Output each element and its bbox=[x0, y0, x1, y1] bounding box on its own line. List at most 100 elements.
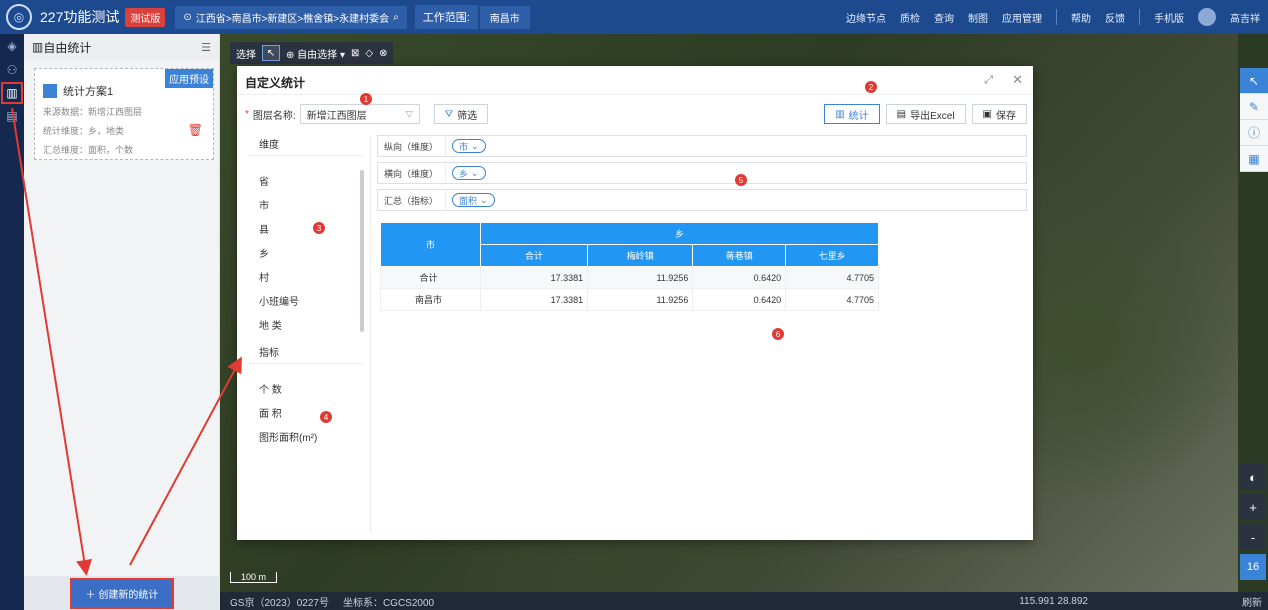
metric-item-count[interactable]: 个 数 bbox=[259, 376, 370, 400]
metric-chip[interactable]: 面积 ⌄ bbox=[452, 193, 495, 207]
export-excel-button[interactable]: ▤ 导出Excel bbox=[885, 104, 966, 124]
table-row: 合计 17.3381 11.9256 0.6420 4.7705 bbox=[380, 266, 879, 289]
table-cell: 17.3381 bbox=[479, 266, 589, 289]
layers-icon[interactable]: ◈ bbox=[0, 34, 24, 58]
layer-label: 图层名称: bbox=[252, 110, 296, 122]
create-statistics-button[interactable]: ＋ 创建新的统计 bbox=[69, 577, 175, 609]
pointer-icon[interactable]: ↖ bbox=[262, 45, 280, 61]
column-header: 七里乡 bbox=[785, 244, 879, 267]
map-toolbar: 选择 ↖ ⊕ 自由选择 ▾ ⊠ ◇ ⊗ bbox=[230, 42, 394, 64]
select-label: 选择 bbox=[236, 49, 256, 61]
dim-item-township[interactable]: 乡 bbox=[259, 240, 370, 264]
location-pin-icon: ⊙ bbox=[183, 11, 192, 23]
app-title: 227功能测试 bbox=[40, 9, 120, 25]
dim-item-city[interactable]: 市 bbox=[259, 192, 370, 216]
delete-icon[interactable]: 🗑 bbox=[188, 123, 203, 137]
metric-item-shape-area[interactable]: 图形面积(m²) bbox=[259, 424, 370, 448]
cursor-icon[interactable]: ↖ bbox=[1240, 68, 1268, 94]
collapse-icon[interactable]: ☰ bbox=[201, 41, 211, 54]
marker-6: 6 bbox=[772, 328, 784, 340]
metric-item-area[interactable]: 面 积 bbox=[259, 400, 370, 424]
dim-item-village[interactable]: 村 bbox=[259, 264, 370, 288]
marker-5: 5 bbox=[735, 174, 747, 186]
users-icon[interactable]: ⚇ bbox=[0, 58, 24, 82]
user-name[interactable]: 高吉祥 bbox=[1230, 10, 1260, 25]
chevron-down-icon: ⌄ bbox=[471, 140, 479, 151]
table-cell: 4.7705 bbox=[785, 288, 879, 311]
dim-header: 维度 bbox=[259, 140, 279, 151]
info-icon[interactable]: ⓘ bbox=[1240, 120, 1268, 146]
location-breadcrumb[interactable]: ⊙ 江西省>南昌市>新建区>樵舍镇>永建村委会 ⌕ bbox=[175, 5, 407, 29]
table-cell: 11.9256 bbox=[587, 288, 694, 311]
horizontal-dimension-row[interactable]: 横向（维度） 乡 ⌄ bbox=[377, 162, 1027, 184]
zoom-in-button[interactable]: + bbox=[1240, 494, 1266, 520]
table-cell: 11.9256 bbox=[587, 266, 694, 289]
menu-app-management[interactable]: 应用管理 bbox=[1002, 10, 1042, 25]
menu-quality-check[interactable]: 质检 bbox=[900, 10, 920, 25]
scrollbar[interactable] bbox=[360, 170, 364, 332]
layer-select[interactable]: 新增江西图层 ▽ bbox=[299, 104, 420, 124]
dimension-chip[interactable]: 市 ⌄ bbox=[452, 139, 486, 153]
license-text: GS京（2023）0227号 bbox=[230, 597, 329, 609]
group-header: 乡 bbox=[480, 222, 879, 245]
table-cell: 0.6420 bbox=[692, 266, 787, 289]
zoom-level: 16 bbox=[1240, 554, 1266, 580]
menu-query[interactable]: 查询 bbox=[934, 10, 954, 25]
menu-edge-node[interactable]: 边缘节点 bbox=[846, 10, 886, 25]
save-label: 保存 bbox=[996, 110, 1016, 122]
refresh-button[interactable]: 刷新 bbox=[1242, 594, 1262, 609]
free-select-dropdown[interactable]: ⊕ 自由选择 ▾ bbox=[286, 46, 345, 61]
chevron-down-icon: ⌄ bbox=[471, 167, 479, 178]
expand-icon[interactable]: ⤢ bbox=[984, 74, 993, 87]
avatar[interactable] bbox=[1198, 8, 1216, 26]
plan-card[interactable]: 应用预设 统计方案1 来源数据：新增江西图层 统计维度：乡，地类 汇总维度：面积… bbox=[34, 68, 214, 160]
filter-icon: ⛛ bbox=[444, 108, 454, 120]
dim-item-landtype[interactable]: 地 类 bbox=[259, 312, 370, 336]
edit-icon[interactable]: ✎ bbox=[1240, 94, 1268, 120]
dim-item-province[interactable]: 省 bbox=[259, 168, 370, 192]
menu-mobile[interactable]: 手机版 bbox=[1154, 10, 1184, 25]
box-select-icon[interactable]: ⊠ bbox=[351, 48, 359, 59]
top-menu: 边缘节点 质检 查询 制图 应用管理 帮助 反馈 手机版 高吉祥 bbox=[846, 0, 1260, 34]
table-row: 南昌市 17.3381 11.9256 0.6420 4.7705 bbox=[380, 288, 879, 311]
close-icon[interactable]: ✕ bbox=[1012, 72, 1023, 88]
filter-label: 筛选 bbox=[457, 110, 478, 122]
statistics-icon[interactable]: ▥ bbox=[1, 82, 23, 104]
row-label: 纵向（维度） bbox=[378, 136, 446, 156]
save-button[interactable]: ▣ 保存 bbox=[971, 104, 1027, 124]
compass-icon[interactable]: ◐ bbox=[1240, 464, 1266, 490]
grid-icon[interactable]: ▦ bbox=[1240, 146, 1268, 172]
clear-icon[interactable]: ⊗ bbox=[379, 48, 387, 59]
chip-text: 市 bbox=[459, 141, 469, 152]
field-panel: 维度 省 市 县 乡 村 小班编号 地 类 指标 个 数 面 积 图形面积(m²… bbox=[249, 136, 371, 532]
status-bar: GS京（2023）0227号 坐标系：CGCS2000 115.991 28.8… bbox=[220, 592, 1268, 610]
vertical-dimension-row[interactable]: 纵向（维度） 市 ⌄ bbox=[377, 135, 1027, 157]
metric-header: 指标 bbox=[259, 348, 279, 359]
top-bar: ◎ 227功能测试 测试版 ⊙ 江西省>南昌市>新建区>樵舍镇>永建村委会 ⌕ … bbox=[0, 0, 1268, 34]
zoom-out-button[interactable]: - bbox=[1240, 524, 1266, 550]
sidebar-title: 自由统计 bbox=[43, 40, 92, 55]
eraser-icon[interactable]: ◇ bbox=[365, 48, 373, 59]
statistics-sidebar: ▥ 自由统计 ☰ 应用预设 统计方案1 来源数据：新增江西图层 统计维度：乡，地… bbox=[24, 34, 220, 610]
dimension-chip[interactable]: 乡 ⌄ bbox=[452, 166, 486, 180]
row-header: 南昌市 bbox=[380, 288, 481, 311]
preset-button[interactable]: 应用预设 bbox=[165, 69, 213, 88]
summary-metric-row[interactable]: 汇总（指标） 面积 ⌄ bbox=[377, 189, 1027, 211]
crs-text: 坐标系：CGCS2000 bbox=[342, 597, 435, 609]
work-range-select[interactable]: 南昌市 bbox=[479, 5, 530, 29]
search-icon[interactable]: ⌕ bbox=[393, 12, 399, 23]
left-rail: ◈ ⚇ ▥ ▤ bbox=[0, 34, 24, 610]
menu-help[interactable]: 帮助 bbox=[1071, 10, 1091, 25]
menu-mapping[interactable]: 制图 bbox=[968, 10, 988, 25]
table-icon[interactable]: ▤ bbox=[0, 104, 24, 128]
dim-item-parcel[interactable]: 小班编号 bbox=[259, 288, 370, 312]
filter-button[interactable]: ⛛ 筛选 bbox=[433, 104, 489, 124]
column-header: 蒋巷镇 bbox=[692, 244, 787, 267]
zoom-controls: ◐ + - 16 bbox=[1240, 464, 1266, 584]
menu-feedback[interactable]: 反馈 bbox=[1105, 10, 1125, 25]
test-badge: 测试版 bbox=[125, 7, 166, 27]
plan-source: 来源数据：新增江西图层 bbox=[43, 107, 143, 117]
marker-3: 3 bbox=[313, 222, 325, 234]
statistics-button[interactable]: ▥ 统计 bbox=[824, 104, 880, 124]
row-label: 汇总（指标） bbox=[378, 190, 446, 210]
